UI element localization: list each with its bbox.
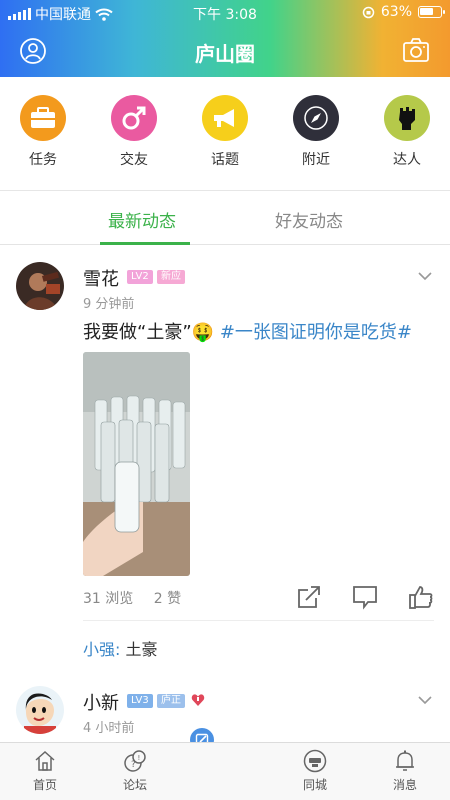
nav-forum[interactable]: ?! 论坛	[100, 749, 170, 793]
fist-icon	[384, 95, 430, 141]
svg-text:!: !	[138, 754, 141, 762]
shortcut-label: 达人	[393, 152, 421, 168]
comment-icon[interactable]	[352, 584, 378, 610]
post-time: 4 小时前	[83, 721, 135, 736]
level-badge: LV3	[127, 694, 153, 708]
bell-icon	[396, 750, 414, 771]
post-topic-link[interactable]: #一张图证明你是吃货#	[220, 322, 412, 343]
avatar[interactable]	[16, 262, 64, 310]
tab-latest[interactable]: 最新动态	[108, 207, 176, 232]
post-content: 我要做“土豪”🤑 #一张图证明你是吃货#	[83, 318, 412, 344]
shortcut-label: 任务	[29, 152, 57, 168]
shortcut-row: 任务 交友 话题 附近 达人	[0, 95, 450, 185]
heart-badge-icon	[191, 694, 205, 706]
male-symbol-icon	[111, 95, 157, 141]
tab-indicator	[100, 242, 190, 245]
svg-text:?: ?	[131, 760, 136, 770]
money-face-emoji: 🤑	[191, 322, 215, 343]
nav-home[interactable]: 首页	[10, 749, 80, 793]
post-actions	[296, 584, 434, 610]
like-count: 2 赞	[153, 591, 182, 607]
battery-percent: 63%	[380, 4, 412, 20]
post-author[interactable]: 雪花	[83, 265, 119, 291]
nav-city[interactable]: 同城	[280, 749, 350, 793]
nav-label: 同城	[302, 778, 327, 792]
home-icon	[35, 750, 55, 771]
battery-icon	[418, 6, 445, 18]
comment-author[interactable]: 小强:	[83, 640, 120, 659]
forum-icon: ?!	[124, 750, 146, 772]
compass-icon	[293, 95, 339, 141]
shortcut-label: 话题	[211, 152, 239, 168]
post-stats: 31 浏览 2 赞	[83, 588, 181, 608]
post-photo[interactable]	[83, 352, 190, 576]
nav-label: 首页	[32, 778, 57, 792]
post-time: 9 分钟前	[83, 297, 135, 312]
shortcut-experts[interactable]: 达人	[372, 95, 442, 169]
shortcut-label: 交友	[120, 152, 148, 168]
camera-icon[interactable]	[402, 37, 430, 63]
level-badge: LV2	[127, 270, 153, 284]
bottom-nav: 首页 ?! 论坛 同城 消息	[0, 742, 450, 800]
comment-text: 土豪	[125, 640, 158, 659]
post-author[interactable]: 小新	[83, 689, 119, 715]
title-badge: 庐正	[157, 694, 185, 708]
battery-group: 63%	[362, 4, 445, 20]
megaphone-icon	[202, 95, 248, 141]
status-bar: 中国联通 下午 3:08 63%	[0, 0, 450, 26]
shortcut-friends[interactable]: 交友	[99, 95, 169, 169]
thumbs-up-icon[interactable]	[408, 584, 434, 610]
app-header: 中国联通 下午 3:08 63% 庐山圈	[0, 0, 450, 77]
title-badge: 新应	[157, 270, 185, 284]
briefcase-icon	[20, 95, 66, 141]
shortcut-nearby[interactable]: 附近	[281, 95, 351, 169]
comment-divider	[83, 620, 434, 621]
chevron-down-icon[interactable]	[418, 695, 432, 705]
post-text: 我要做“土豪”	[83, 322, 192, 343]
view-count: 31 浏览	[83, 591, 134, 607]
chevron-down-icon[interactable]	[418, 271, 432, 281]
tab-friends[interactable]: 好友动态	[275, 207, 343, 232]
nav-messages[interactable]: 消息	[370, 749, 440, 793]
orientation-lock-icon	[362, 6, 375, 18]
shortcut-task[interactable]: 任务	[8, 95, 78, 169]
avatar[interactable]	[16, 686, 64, 734]
post-comment[interactable]: 小强: 土豪	[83, 636, 158, 660]
share-icon[interactable]	[296, 584, 322, 610]
page-title: 庐山圈	[195, 42, 255, 66]
nav-label: 消息	[392, 778, 417, 792]
feed-tabs: 最新动态 好友动态	[0, 191, 450, 245]
nav-label: 论坛	[122, 778, 147, 792]
shortcut-topics[interactable]: 话题	[190, 95, 260, 169]
city-icon	[303, 749, 327, 773]
shortcut-label: 附近	[302, 152, 330, 168]
